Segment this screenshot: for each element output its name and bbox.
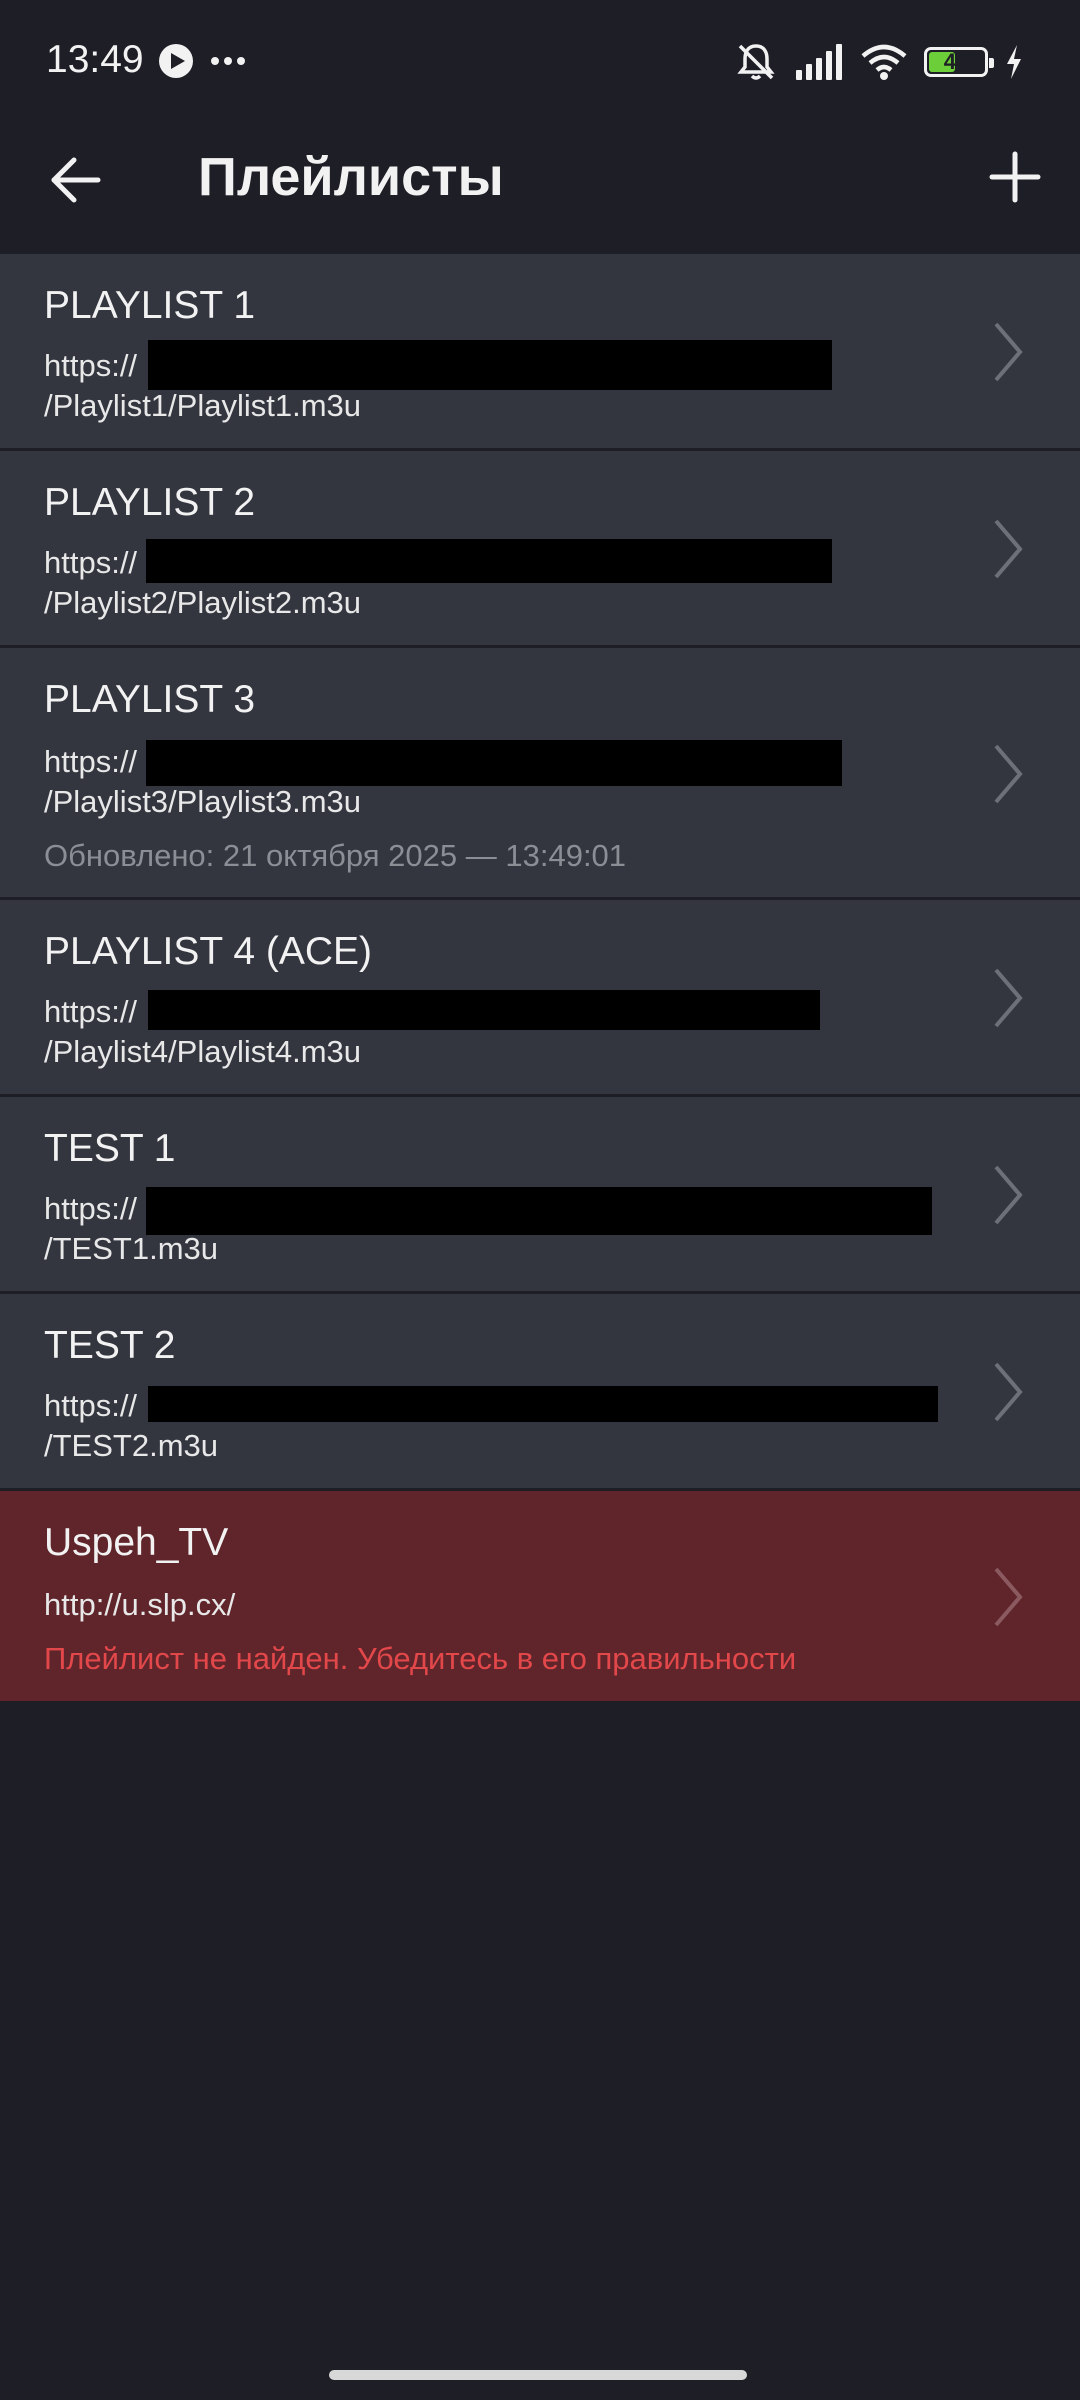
playlist-item[interactable]: PLAYLIST 3 https:// /Playlist3/Playlist3… [0,648,1080,900]
playlist-url-path: /Playlist2/Playlist2.m3u [44,585,362,620]
playlist-title: PLAYLIST 1 [44,284,256,327]
status-icons: 47 [734,40,1024,84]
redacted-block [146,740,842,786]
chevron-right-icon [994,1567,1023,1627]
playlist-url: http://u.slp.cx/ [44,1587,236,1622]
playlist-url-path: /TEST1.m3u [44,1231,218,1266]
playlist-list: PLAYLIST 1 https:// /Playlist1/Playlist1… [0,254,1080,1701]
charging-icon [1007,45,1021,79]
chevron-right-icon [994,519,1023,579]
playlist-item[interactable]: PLAYLIST 1 https:// /Playlist1/Playlist1… [0,254,1080,451]
status-time: 13:49 [46,38,144,81]
playlist-title: Uspeh_TV [44,1521,229,1564]
playlist-title: TEST 2 [44,1324,176,1367]
chevron-right-icon [994,968,1023,1028]
playlist-title: PLAYLIST 2 [44,481,256,524]
playlist-title: PLAYLIST 3 [44,678,256,721]
playlist-item[interactable]: TEST 1 https:// /TEST1.m3u [0,1097,1080,1294]
plus-icon[interactable] [984,146,1046,208]
playlist-url-prefix: https:// [44,1191,138,1226]
mute-bell-icon [737,44,775,80]
playlist-url-path: /TEST2.m3u [44,1428,218,1463]
playlist-url-path: /Playlist4/Playlist4.m3u [44,1034,362,1069]
playlist-title: PLAYLIST 4 (ACE) [44,930,373,973]
playlist-url-path: /Playlist3/Playlist3.m3u [44,784,362,819]
battery-icon: 47 [924,47,994,77]
chevron-right-icon [994,1362,1023,1422]
playlist-url-prefix: https:// [44,545,138,580]
playlist-item[interactable]: TEST 2 https:// /TEST2.m3u [0,1294,1080,1491]
redacted-block [148,1386,938,1422]
redacted-block [148,990,820,1030]
playlist-title: TEST 1 [44,1127,176,1170]
home-indicator[interactable] [329,2370,747,2380]
playlist-url-path: /Playlist1/Playlist1.m3u [44,388,362,423]
more-dots-icon [211,57,245,65]
app-bar: Плейлисты [0,124,1080,254]
playlist-updated-time: Обновлено: 21 октября 2025 — 13:49:01 [44,838,627,873]
signal-icon [796,44,842,80]
playlist-url-prefix: https:// [44,348,138,383]
redacted-block [146,539,832,583]
playlist-url-prefix: https:// [44,994,138,1029]
chevron-right-icon [994,744,1023,804]
playlist-error-message: Плейлист не найден. Убедитесь в его прав… [44,1641,797,1676]
playlist-item[interactable]: PLAYLIST 4 (ACE) https:// /Playlist4/Pla… [0,900,1080,1097]
redacted-block [146,1187,932,1235]
battery-level: 47 [943,49,969,74]
playlist-item[interactable]: PLAYLIST 2 https:// /Playlist2/Playlist2… [0,451,1080,648]
playlist-url-prefix: https:// [44,744,138,779]
play-badge-icon [159,44,193,78]
arrow-left-icon[interactable] [46,150,106,210]
wifi-icon [861,44,907,80]
page-title: Плейлисты [198,147,504,207]
redacted-block [148,340,832,390]
chevron-right-icon [994,322,1023,382]
status-bar: 13:49 47 [0,0,1080,124]
chevron-right-icon [994,1165,1023,1225]
playlist-url-prefix: https:// [44,1388,138,1423]
playlist-item-error[interactable]: Uspeh_TV http://u.slp.cx/ Плейлист не на… [0,1491,1080,1701]
